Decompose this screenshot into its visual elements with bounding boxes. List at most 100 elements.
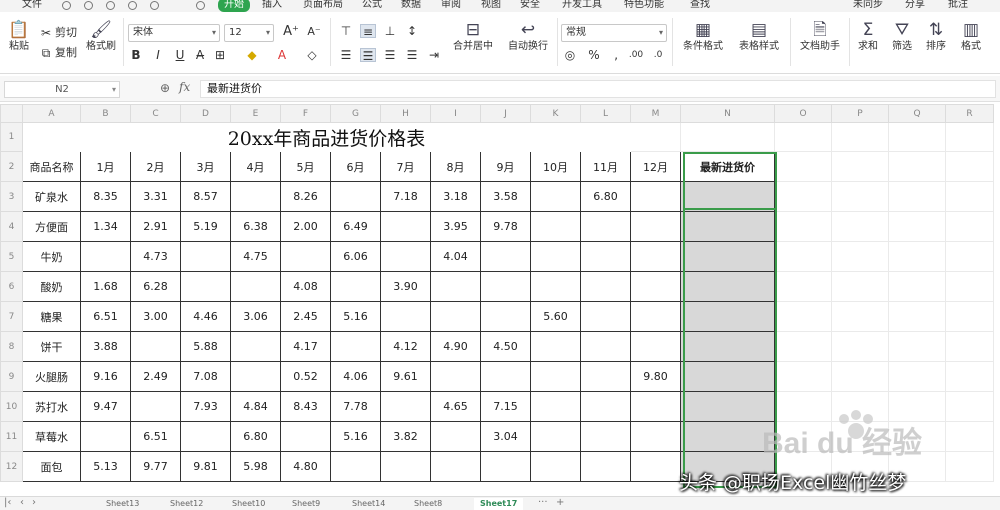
price-cell[interactable]: 2.00 xyxy=(280,211,331,242)
price-cell[interactable]: 4.73 xyxy=(130,241,181,272)
price-cell[interactable] xyxy=(480,451,531,482)
cell[interactable] xyxy=(831,361,889,392)
cell[interactable] xyxy=(831,421,889,452)
price-cell[interactable] xyxy=(230,271,281,302)
redo-icon[interactable] xyxy=(150,1,159,10)
price-cell[interactable] xyxy=(580,451,631,482)
header-cell[interactable]: 4月 xyxy=(230,151,281,182)
column-header-f[interactable]: F xyxy=(280,104,331,123)
column-header-j[interactable]: J xyxy=(480,104,531,123)
price-cell[interactable]: 4.17 xyxy=(280,331,331,362)
price-cell[interactable]: 9.77 xyxy=(130,451,181,482)
sheet-tab[interactable]: Sheet10 xyxy=(232,498,265,510)
price-cell[interactable] xyxy=(530,241,581,272)
price-cell[interactable]: 1.34 xyxy=(80,211,131,242)
fx-icon[interactable]: fx xyxy=(179,80,190,94)
menu-tab-security[interactable]: 安全 xyxy=(520,0,540,12)
product-name-cell[interactable]: 面包 xyxy=(22,451,81,482)
row-header[interactable]: 7 xyxy=(0,301,23,332)
cell[interactable] xyxy=(945,361,994,392)
align-middle-icon[interactable]: ≡ xyxy=(360,24,376,39)
cut-button[interactable]: 剪切 xyxy=(55,26,77,40)
price-cell[interactable] xyxy=(430,271,481,302)
price-cell[interactable]: 6.06 xyxy=(330,241,381,272)
price-cell[interactable] xyxy=(530,361,581,392)
cell[interactable] xyxy=(888,361,946,392)
cell[interactable] xyxy=(680,122,775,152)
price-cell[interactable] xyxy=(180,241,231,272)
preview-icon[interactable] xyxy=(106,1,115,10)
sheet-tab[interactable]: Sheet9 xyxy=(292,498,320,510)
price-cell[interactable]: 7.18 xyxy=(380,181,431,212)
header-cell[interactable]: 6月 xyxy=(330,151,381,182)
formula-input[interactable]: 最新进货价 xyxy=(200,80,996,98)
decrease-decimal-icon[interactable]: .0 xyxy=(650,48,666,62)
price-cell[interactable]: 4.75 xyxy=(230,241,281,272)
cell[interactable] xyxy=(774,331,832,362)
sync-status[interactable]: 未同步 xyxy=(853,0,883,12)
currency-icon[interactable]: ◎ xyxy=(562,48,578,62)
price-cell[interactable]: 8.57 xyxy=(180,181,231,212)
price-cell[interactable] xyxy=(180,421,231,452)
column-header-d[interactable]: D xyxy=(180,104,231,123)
menu-tab-insert[interactable]: 插入 xyxy=(262,0,282,12)
format-button[interactable]: ▥ 格式 xyxy=(956,20,986,53)
cell[interactable] xyxy=(774,271,832,302)
format-painter-button[interactable]: 🖌 格式刷 xyxy=(84,20,118,53)
latest-price-cell[interactable] xyxy=(680,211,775,242)
header-cell[interactable]: 7月 xyxy=(380,151,431,182)
number-format-select[interactable]: 常规 ▾ xyxy=(561,24,667,42)
sheet-tab[interactable]: Sheet14 xyxy=(352,498,385,510)
price-cell[interactable]: 3.18 xyxy=(430,181,481,212)
cell[interactable] xyxy=(774,181,832,212)
price-cell[interactable]: 3.82 xyxy=(380,421,431,452)
price-cell[interactable]: 4.06 xyxy=(330,361,381,392)
price-cell[interactable] xyxy=(130,331,181,362)
product-name-cell[interactable]: 饼干 xyxy=(22,331,81,362)
price-cell[interactable] xyxy=(230,181,281,212)
menu-tab-formula[interactable]: 公式 xyxy=(362,0,382,12)
product-name-cell[interactable]: 草莓水 xyxy=(22,421,81,452)
price-cell[interactable]: 2.49 xyxy=(130,361,181,392)
latest-price-cell[interactable] xyxy=(680,241,775,272)
zoom-icon[interactable]: ⊕ xyxy=(160,81,170,95)
price-cell[interactable]: 4.08 xyxy=(280,271,331,302)
price-cell[interactable] xyxy=(280,421,331,452)
cell[interactable] xyxy=(888,271,946,302)
price-cell[interactable] xyxy=(330,451,381,482)
cell[interactable] xyxy=(888,301,946,332)
share-button[interactable]: 分享 xyxy=(905,0,925,12)
price-cell[interactable] xyxy=(580,301,631,332)
header-cell[interactable]: 10月 xyxy=(530,151,581,182)
price-cell[interactable]: 5.98 xyxy=(230,451,281,482)
header-cell[interactable]: 8月 xyxy=(430,151,481,182)
price-cell[interactable] xyxy=(380,301,431,332)
cell[interactable] xyxy=(831,301,889,332)
price-cell[interactable]: 4.80 xyxy=(280,451,331,482)
price-cell[interactable] xyxy=(630,241,681,272)
row-header[interactable]: 12 xyxy=(0,451,23,482)
price-cell[interactable]: 7.08 xyxy=(180,361,231,392)
price-cell[interactable]: 9.16 xyxy=(80,361,131,392)
price-cell[interactable] xyxy=(580,211,631,242)
latest-price-cell[interactable] xyxy=(680,271,775,302)
column-header-q[interactable]: Q xyxy=(888,104,946,123)
row-header[interactable]: 9 xyxy=(0,361,23,392)
font-color-icon[interactable]: A xyxy=(274,48,290,62)
price-cell[interactable]: 9.78 xyxy=(480,211,531,242)
thousands-icon[interactable]: ‚ xyxy=(608,48,624,62)
price-cell[interactable] xyxy=(580,361,631,392)
align-bottom-icon[interactable]: ⊥ xyxy=(382,24,398,38)
sort-button[interactable]: ⇅ 排序 xyxy=(921,20,951,53)
price-cell[interactable] xyxy=(430,421,481,452)
price-cell[interactable]: 3.00 xyxy=(130,301,181,332)
column-header-a[interactable]: A xyxy=(22,104,81,123)
price-cell[interactable] xyxy=(630,271,681,302)
column-header-m[interactable]: M xyxy=(630,104,681,123)
latest-price-cell[interactable] xyxy=(680,331,775,362)
price-cell[interactable]: 6.51 xyxy=(80,301,131,332)
next-sheet-icon[interactable]: › xyxy=(32,497,36,509)
spreadsheet-grid[interactable]: A B C D E F G H I J K L M N O P Q R 1 20xx年商品进货价格表 2 商品名称 1月 2月… xyxy=(0,104,1000,496)
cell[interactable] xyxy=(888,331,946,362)
price-cell[interactable] xyxy=(630,211,681,242)
